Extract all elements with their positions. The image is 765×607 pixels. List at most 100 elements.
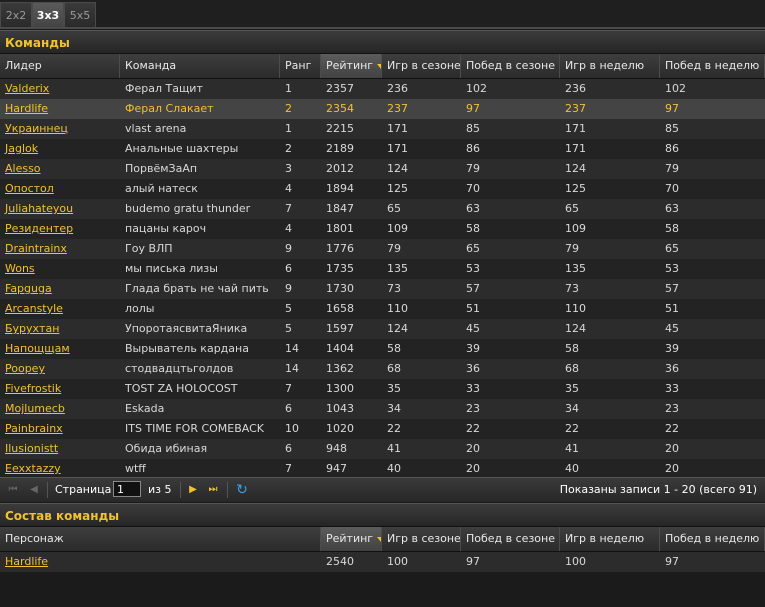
column-header-season-games[interactable]: Игр в сезоне [382,527,461,551]
leader-link[interactable]: Wons [5,262,35,275]
column-header-season-games[interactable]: Игр в сезоне [382,54,461,78]
first-page-icon[interactable]: ⏮ [5,482,21,498]
prev-page-icon[interactable]: ◀ [26,482,42,498]
cell-rank: 14 [285,342,299,355]
table-row[interactable]: Hardlife 2540 100 97 100 97 [0,552,765,572]
column-header-label: Рейтинг [326,532,374,545]
table-row[interactable]: Arcanstyle лолы 5 1658 110 51 110 51 [0,299,765,319]
table-row[interactable]: Painbrainx ITS TIME FOR COMEBACK 10 1020 22 2… [0,419,765,439]
column-header-leader[interactable]: Лидер [0,54,120,78]
leader-link[interactable]: Draintrainx [5,242,67,255]
leader-link[interactable]: Valderix [5,82,49,95]
table-row[interactable]: Poopey стодвадцтьголдов 14 1362 68 36 68 36 [0,359,765,379]
cell-season-wins: 97 [466,102,480,115]
column-header-season-wins[interactable]: Побед в сезоне [461,527,560,551]
leader-link[interactable]: Украиннец [5,122,68,135]
leader-link[interactable]: Eexxtazzy [5,462,61,475]
table-row[interactable]: Украиннец vlast arena 1 2215 171 85 171 85 [0,119,765,139]
cell-rating: 2215 [326,122,354,135]
leader-link[interactable]: Hardlife [5,102,48,115]
leader-link[interactable]: Fapguga [5,282,52,295]
column-header-rating[interactable]: Рейтинг [321,527,382,551]
leader-link[interactable]: Juliahateyou [5,202,73,215]
table-row[interactable]: Fivefrostik TOST ZA HOLOCOST 7 1300 35 33 35 33 [0,379,765,399]
cell-leader: Jaglok [0,139,120,159]
leader-link[interactable]: Poopey [5,362,45,375]
leader-link[interactable]: Mojlumecb [5,402,65,415]
tab-2x2[interactable]: 2x2 [0,2,32,27]
next-page-icon[interactable]: ▶ [185,482,201,498]
last-page-icon[interactable]: ⏭ [205,482,221,498]
table-row[interactable]: Напощщам Вырыватель кардана 14 1404 58 39 58 39 [0,339,765,359]
table-row[interactable]: Mojlumecb Eskada 6 1043 34 23 34 23 [0,399,765,419]
cell-rank: 9 [285,242,292,255]
cell-season-wins: 36 [466,362,480,375]
table-row[interactable]: Резидентер пацаны кароч 4 1801 109 58 109 58 [0,219,765,239]
cell-season-wins: 79 [466,162,480,175]
cell-week-wins: 85 [665,122,679,135]
cell-rank: 7 [285,382,292,395]
cell-week-games: 171 [565,142,586,155]
table-row[interactable]: Опостол алый натеск 4 1894 125 70 125 70 [0,179,765,199]
table-row[interactable]: Alesso ПорвёмЗаАп 3 2012 124 79 124 79 [0,159,765,179]
cell-week-games: 135 [565,262,586,275]
cell-rating: 2189 [326,142,354,155]
leader-link[interactable]: Painbrainx [5,422,63,435]
cell-leader: Опостол [0,179,120,199]
table-row[interactable]: Valderix Ферал Тащит 1 2357 236 102 236 102 [0,79,765,99]
cell-rank: 5 [285,302,292,315]
cell-week-games: 124 [565,162,586,175]
leader-link[interactable]: Опостол [5,182,54,195]
cell-season-wins: 86 [466,142,480,155]
column-header-label: Игр в неделю [565,59,645,72]
column-header-rank[interactable]: Ранг [280,54,321,78]
cell-leader: Juliahateyou [0,199,120,219]
column-header-team[interactable]: Команда [120,54,280,78]
column-header-character[interactable]: Персонаж [0,527,321,551]
page-number-input[interactable] [113,481,141,497]
cell-leader: Arcanstyle [0,299,120,319]
table-row[interactable]: Бурухтан УпоротаясвитаЯника 5 1597 124 45 124 4… [0,319,765,339]
table-row[interactable]: Eexxtazzy wtff 7 947 40 20 40 20 [0,459,765,479]
character-link[interactable]: Hardlife [5,555,48,568]
cell-week-games: 35 [565,382,579,395]
column-header-season-wins[interactable]: Побед в сезоне [461,54,560,78]
cell-rating: 2540 [326,555,354,568]
cell-week-games: 65 [565,202,579,215]
column-header-rating[interactable]: Рейтинг [321,54,382,78]
column-header-week-games[interactable]: Игр в неделю [560,54,660,78]
cell-season-games: 40 [387,462,401,475]
leader-link[interactable]: Alesso [5,162,41,175]
cell-week-games: 237 [565,102,586,115]
column-header-label: Рейтинг [326,59,374,72]
cell-season-wins: 70 [466,182,480,195]
table-row[interactable]: Jaglok Анальные шахтеры 2 2189 171 86 171 86 [0,139,765,159]
cell-rating: 2357 [326,82,354,95]
cell-leader: Eexxtazzy [0,459,120,479]
tab-5x5[interactable]: 5x5 [64,2,96,27]
cell-rank: 7 [285,202,292,215]
table-row[interactable]: Hardlife Ферал Слакает 2 2354 237 97 237 97 [0,99,765,119]
cell-season-games: 34 [387,402,401,415]
leader-link[interactable]: Ilusionistt [5,442,58,455]
table-row[interactable]: Wons мы писька лизы 6 1735 135 53 135 53 [0,259,765,279]
column-header-week-wins[interactable]: Побед в неделю [660,527,765,551]
refresh-icon[interactable]: ↻ [234,482,250,498]
table-row[interactable]: Draintrainx Гоу ВЛП 9 1776 79 65 79 65 [0,239,765,259]
leader-link[interactable]: Arcanstyle [5,302,63,315]
leader-link[interactable]: Jaglok [5,142,38,155]
pager-separator [227,482,228,498]
table-row[interactable]: Fapguga Глада брать не чай пить 9 1730 73 57 7… [0,279,765,299]
table-row[interactable]: Ilusionistt Обида ибиная 6 948 41 20 41 20 [0,439,765,459]
tab-3x3[interactable]: 3x3 [32,2,64,27]
leader-link[interactable]: Бурухтан [5,322,59,335]
column-header-week-games[interactable]: Игр в неделю [560,527,660,551]
table-row[interactable]: Juliahateyou budemo gratu thunder 7 1847 65 6… [0,199,765,219]
cell-season-games: 65 [387,202,401,215]
column-header-week-wins[interactable]: Побед в неделю [660,54,765,78]
leader-link[interactable]: Резидентер [5,222,73,235]
leader-link[interactable]: Напощщам [5,342,70,355]
cell-season-games: 237 [387,102,408,115]
leader-link[interactable]: Fivefrostik [5,382,61,395]
cell-week-wins: 33 [665,382,679,395]
